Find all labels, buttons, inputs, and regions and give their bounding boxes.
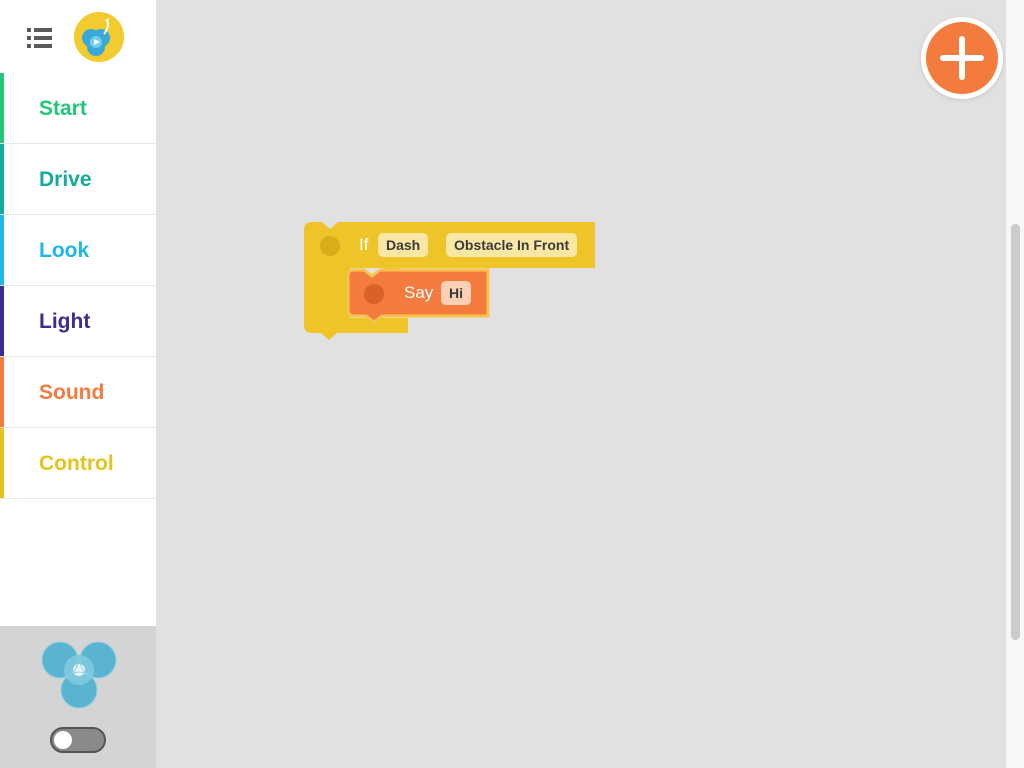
dash-robot-icon[interactable] xyxy=(40,638,120,714)
robot-connection-panel xyxy=(0,626,156,768)
category-label: Control xyxy=(39,452,114,475)
connection-toggle[interactable] xyxy=(50,727,106,753)
category-list: Start Drive Look Light Sound Control xyxy=(0,73,156,499)
category-label: Look xyxy=(39,239,90,262)
category-label: Start xyxy=(39,97,87,120)
robot-selector[interactable]: Dash xyxy=(378,233,429,257)
category-light[interactable]: Light xyxy=(0,286,156,357)
code-workspace[interactable] xyxy=(156,0,1006,768)
add-button[interactable] xyxy=(926,22,998,94)
category-drive[interactable]: Drive xyxy=(0,144,156,215)
category-color-bar xyxy=(0,286,4,356)
category-color-bar xyxy=(0,215,4,285)
category-label: Light xyxy=(39,310,91,333)
plus-icon xyxy=(940,36,984,80)
category-sound[interactable]: Sound xyxy=(0,357,156,428)
sidebar-header xyxy=(0,0,156,73)
app-logo-icon[interactable] xyxy=(74,12,124,62)
toggle-knob xyxy=(54,731,72,749)
category-color-bar xyxy=(0,73,4,143)
category-color-bar xyxy=(0,144,4,214)
list-menu-icon[interactable] xyxy=(26,26,54,50)
category-start[interactable]: Start xyxy=(0,73,156,144)
category-control[interactable]: Control xyxy=(0,428,156,499)
say-keyword: Say xyxy=(404,283,434,302)
category-color-bar xyxy=(0,357,4,427)
category-color-bar xyxy=(0,428,4,498)
say-value-selector[interactable]: Hi xyxy=(441,281,471,305)
condition-selector[interactable]: Obstacle In Front xyxy=(446,233,578,257)
category-sidebar: Start Drive Look Light Sound Control xyxy=(0,0,156,768)
vertical-scrollbar[interactable] xyxy=(1011,224,1020,640)
category-label: Drive xyxy=(39,168,92,191)
category-look[interactable]: Look xyxy=(0,215,156,286)
category-label: Sound xyxy=(39,381,105,404)
if-keyword: If xyxy=(359,235,369,254)
